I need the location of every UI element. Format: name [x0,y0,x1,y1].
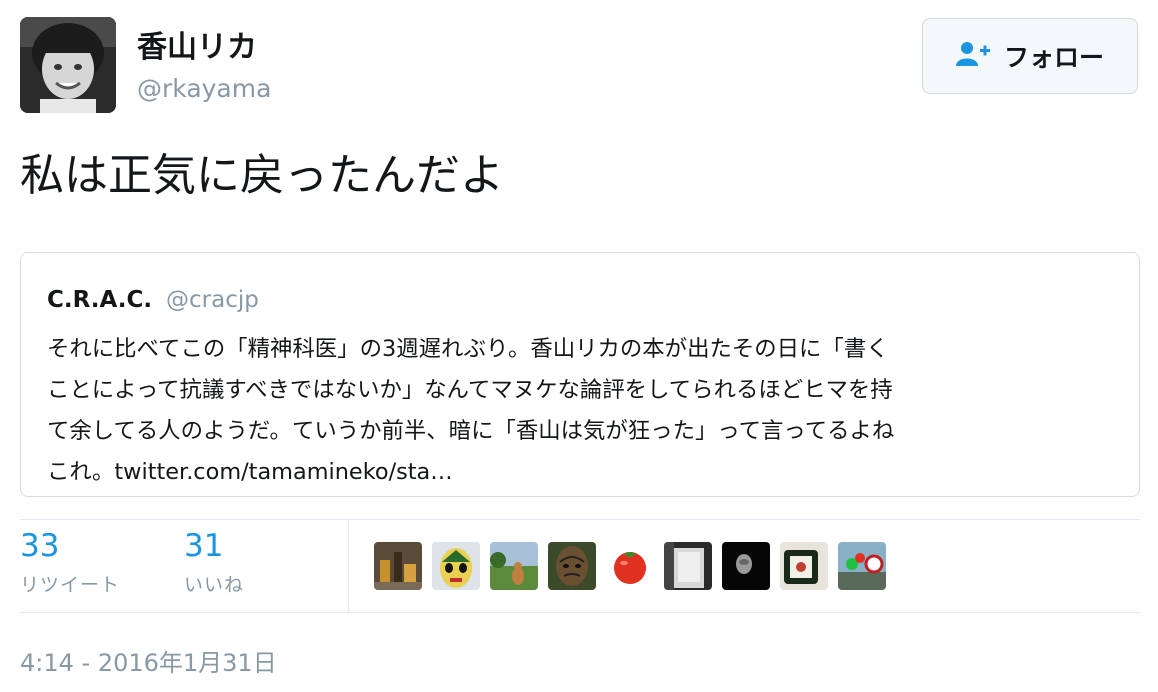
liker-avatar[interactable] [548,542,596,590]
quoted-text-line: て余してる人のようだ。ていうか前半、暗に「香山は気が狂った」って言ってるよね [47,418,895,444]
quoted-text-line: それに比べてこの「精神科医」の3週遅れぶり。香山リカの本が出たその日に「書く [47,336,889,362]
stats-vertical-divider [348,520,349,612]
liker-avatar[interactable] [374,542,422,590]
follow-button-label: フォロー [1003,43,1104,72]
like-label: いいね [184,574,245,596]
quoted-text-line: ことによって抗議すべきではないか」なんてマヌケな論評をしてられるほどヒマを持 [47,377,893,403]
retweet-stat[interactable]: 33 リツイート [20,528,120,597]
liker-avatar[interactable] [490,542,538,590]
author-avatar[interactable] [20,17,116,113]
liker-avatar[interactable] [722,542,770,590]
quoted-author-handle: @cracjp [166,287,259,313]
quoted-tweet-text: それに比べてこの「精神科医」の3週遅れぶり。香山リカの本が出たその日に「書く こ… [47,329,1119,493]
avatar-photo [20,17,116,113]
tweet-text: 私は正気に戻ったんだよ [20,150,504,201]
liker-avatar[interactable] [780,542,828,590]
author-handle[interactable]: @rkayama [137,74,271,103]
stats-top-divider [20,519,1140,520]
quoted-author-name: C.R.A.C. [47,287,153,313]
liker-avatar[interactable] [606,542,654,590]
add-user-icon [955,40,990,72]
like-stat[interactable]: 31 いいね [184,528,244,597]
author-name[interactable]: 香山リカ [137,22,257,66]
follow-button[interactable]: フォロー [922,18,1138,94]
liker-avatar[interactable] [432,542,480,590]
liker-avatar[interactable] [838,542,886,590]
stats-bottom-divider [20,612,1140,613]
retweet-count[interactable]: 33 [20,528,120,564]
like-count[interactable]: 31 [184,528,244,564]
liker-avatar[interactable] [664,542,712,590]
quoted-text-line: これ。twitter.com/tamamineko/sta… [47,459,453,485]
retweet-label: リツイート [20,574,121,596]
quoted-tweet[interactable]: C.R.A.C. @cracjp それに比べてこの「精神科医」の3週遅れぶり。香… [20,252,1140,497]
tweet-timestamp[interactable]: 4:14 - 2016年1月31日 [20,643,277,678]
